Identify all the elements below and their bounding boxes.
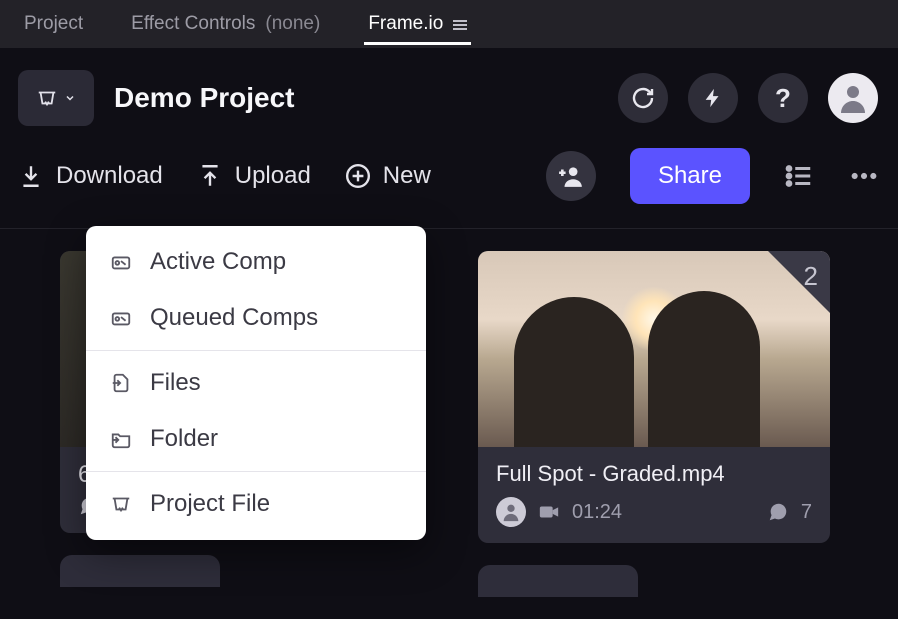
menu-item-folder[interactable]: Folder xyxy=(86,411,426,467)
grid-column: 2 Full Spot - Graded.mp4 01:24 xyxy=(478,251,830,597)
chevron-down-icon xyxy=(64,92,76,104)
menu-divider xyxy=(86,350,426,351)
tab-project[interactable]: Project xyxy=(20,3,87,45)
download-label: Download xyxy=(56,162,163,190)
tab-frameio[interactable]: Frame.io xyxy=(364,3,471,45)
tab-effect-suffix: (none) xyxy=(265,13,320,35)
project-file-icon xyxy=(110,493,132,515)
plus-circle-icon xyxy=(345,163,371,189)
menu-label: Active Comp xyxy=(150,248,286,276)
panel-tabs: Project Effect Controls (none) Frame.io xyxy=(0,0,898,48)
menu-item-active-comp[interactable]: Active Comp xyxy=(86,234,426,290)
new-button[interactable]: New xyxy=(345,162,431,190)
menu-label: Files xyxy=(150,369,201,397)
upload-button[interactable]: Upload xyxy=(197,162,311,190)
project-title: Demo Project xyxy=(114,82,598,114)
avatar-icon xyxy=(835,80,871,116)
share-button[interactable]: Share xyxy=(630,148,750,204)
menu-item-queued-comps[interactable]: Queued Comps xyxy=(86,290,426,346)
add-user-icon xyxy=(558,163,584,189)
menu-item-project-file[interactable]: Project File xyxy=(86,476,426,532)
comment-count: 7 xyxy=(801,501,812,524)
list-view-button[interactable] xyxy=(784,161,814,191)
menu-divider xyxy=(86,471,426,472)
project-switcher-button[interactable] xyxy=(18,70,94,126)
lightning-icon xyxy=(702,87,724,109)
menu-label: Folder xyxy=(150,425,218,453)
upload-icon xyxy=(197,163,223,189)
asset-card[interactable]: 2 Full Spot - Graded.mp4 01:24 xyxy=(478,251,830,543)
new-dropdown-menu: Active Comp Queued Comps Files Folder Pr… xyxy=(86,226,426,540)
upload-label: Upload xyxy=(235,162,311,190)
version-badge: 2 xyxy=(804,261,818,292)
add-user-button[interactable] xyxy=(546,151,596,201)
uploader-avatar xyxy=(496,497,526,527)
project-icon xyxy=(36,87,58,109)
lightning-button[interactable] xyxy=(688,73,738,123)
more-button[interactable] xyxy=(848,160,880,192)
project-header: Demo Project ? xyxy=(0,48,898,148)
toolbar: Download Upload New Share xyxy=(0,148,898,229)
tab-label: Project xyxy=(24,13,83,35)
hamburger-icon[interactable] xyxy=(453,18,467,30)
folder-in-icon xyxy=(110,428,132,450)
menu-label: Project File xyxy=(150,490,270,518)
tab-label: Frame.io xyxy=(368,13,443,35)
refresh-icon xyxy=(631,86,655,110)
share-label: Share xyxy=(658,162,722,189)
comp-icon xyxy=(110,307,132,329)
new-label: New xyxy=(383,162,431,190)
download-button[interactable]: Download xyxy=(18,162,163,190)
folder-card-tab[interactable] xyxy=(60,555,220,587)
avatar-icon xyxy=(500,501,522,523)
asset-duration: 01:24 xyxy=(572,501,622,524)
tab-label: Effect Controls xyxy=(131,13,255,35)
user-avatar-button[interactable] xyxy=(828,73,878,123)
file-in-icon xyxy=(110,372,132,394)
question-icon: ? xyxy=(775,83,791,114)
folder-card-tab[interactable] xyxy=(478,565,638,597)
menu-item-files[interactable]: Files xyxy=(86,355,426,411)
video-icon xyxy=(538,501,560,523)
menu-label: Queued Comps xyxy=(150,304,318,332)
version-badge-corner xyxy=(768,251,830,313)
download-icon xyxy=(18,163,44,189)
thumbnail: 2 xyxy=(478,251,830,447)
more-horizontal-icon xyxy=(848,160,880,192)
list-icon xyxy=(784,161,814,191)
asset-title: Full Spot - Graded.mp4 xyxy=(496,461,812,487)
tab-effect-controls[interactable]: Effect Controls (none) xyxy=(127,3,324,45)
comment-icon xyxy=(767,501,789,523)
card-footer: Full Spot - Graded.mp4 01:24 xyxy=(478,447,830,543)
refresh-button[interactable] xyxy=(618,73,668,123)
help-button[interactable]: ? xyxy=(758,73,808,123)
comp-icon xyxy=(110,251,132,273)
